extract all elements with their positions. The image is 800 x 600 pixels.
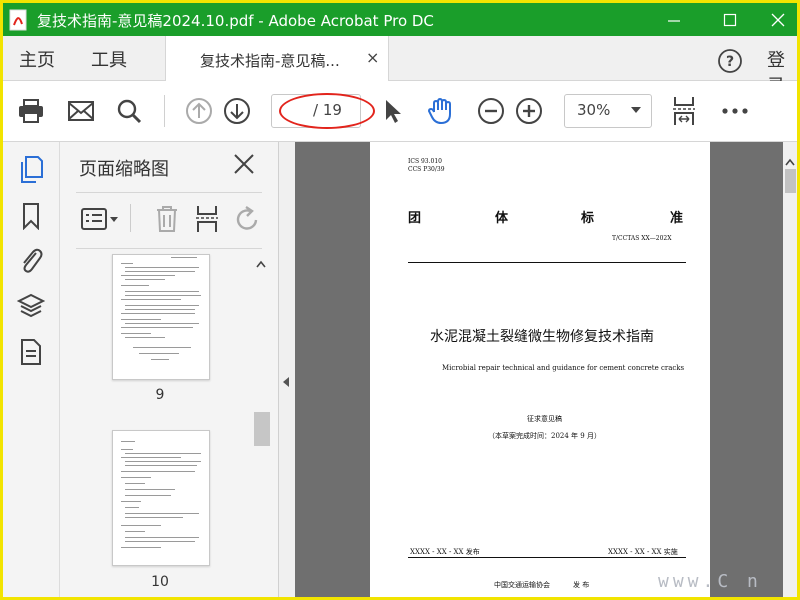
more-options-icon[interactable] [719,81,751,141]
tools-tab[interactable]: 工具 [91,46,127,72]
acrobat-window: 复技术指南-意见稿2024.10.pdf - Adobe Acrobat Pro… [0,0,800,600]
page-thumbnail[interactable] [112,430,210,566]
page-thumbnail[interactable] [112,254,210,380]
implement-date: XXXX - XX - XX 实施 [608,548,678,556]
content-page-icon[interactable] [15,336,47,368]
search-icon[interactable] [113,81,145,141]
window-title: 复技术指南-意见稿2024.10.pdf - Adobe Acrobat Pro… [37,12,434,30]
ics-code: ICS 93.010 [408,158,442,165]
toolbar-divider [164,95,165,127]
attachments-icon[interactable] [15,244,47,276]
select-tool-icon[interactable] [379,81,407,141]
standard-label-char: 体 [495,211,509,226]
draft-date: （本草案完成时间：2024 年 9 月） [488,432,601,440]
standard-label-char: 团 [408,211,422,226]
standard-label-char: 标 [581,211,595,226]
maximize-button[interactable] [707,3,753,36]
zoom-in-icon[interactable] [513,81,545,141]
publish-word: 发 布 [573,581,590,589]
red-highlight-annotation [279,93,375,129]
document-scrollbar[interactable] [783,142,797,597]
close-panel-icon[interactable] [232,152,256,180]
scroll-up-icon[interactable] [256,260,266,268]
maximize-icon [723,13,737,26]
thumbnail-page-number: 9 [155,387,165,403]
header-rule [408,262,686,263]
footer-rule [408,557,686,558]
chevron-down-icon [631,107,641,113]
collapse-panel-icon[interactable] [281,373,291,392]
hand-tool-icon[interactable] [423,81,459,141]
close-window-button[interactable] [755,3,797,36]
layers-icon[interactable] [15,290,47,322]
toolbar: / 19 30% [3,81,797,142]
thumbnail-scroll-thumb[interactable] [254,412,270,446]
panel-tool-divider [130,204,131,232]
svg-text:?: ? [726,54,734,70]
acrobat-logo-icon [9,9,29,31]
scroll-up-icon[interactable] [785,158,795,166]
bookmarks-icon[interactable] [15,200,47,232]
thumbnail-options-icon[interactable] [80,206,120,236]
zoom-out-icon[interactable] [475,81,507,141]
panel-title: 页面缩略图 [79,159,169,180]
page-thumbnails-icon[interactable] [15,154,47,186]
minimize-icon [668,19,680,22]
extract-page-icon[interactable] [194,204,220,238]
thumbnail-page-number: 10 [151,574,169,590]
page-thumbnails-panel: 页面缩略图 9 10 [60,142,279,597]
minimize-button[interactable] [651,3,697,36]
previous-page-icon[interactable] [183,81,215,141]
standard-code: T/CCTAS XX—202X [612,235,672,242]
panel-divider [76,248,262,249]
draft-label: 征求意见稿 [527,415,562,423]
document-title: 水泥混凝土裂缝微生物修复技术指南 [430,329,654,345]
standard-label-char: 准 [670,211,684,226]
ccs-code: CCS P30/39 [408,166,445,173]
publisher: 中国交通运输协会 [494,581,550,589]
document-tab[interactable]: 复技术指南-意见稿... × [165,36,389,81]
print-icon[interactable] [15,81,47,141]
panel-divider [76,192,262,193]
rotate-page-icon[interactable] [234,206,262,238]
close-icon [771,13,785,26]
home-tab[interactable]: 主页 [19,46,55,72]
email-icon[interactable] [65,81,97,141]
document-title-english: Microbial repair technical and guidance … [442,364,685,372]
document-tab-label: 复技术指南-意见稿... [200,52,340,70]
watermark: www.C n [658,571,762,592]
delete-page-icon[interactable] [154,204,180,238]
pdf-page[interactable]: ICS 93.010 CCS P30/39 团 体 标 准 T/CCTAS XX… [370,142,710,597]
navigation-rail [3,142,60,597]
next-page-icon[interactable] [221,81,253,141]
title-bar: 复技术指南-意见稿2024.10.pdf - Adobe Acrobat Pro… [3,3,797,36]
document-scroll-thumb[interactable] [785,169,796,193]
fit-page-icon[interactable] [668,81,700,141]
document-tab-close-button[interactable]: × [366,48,379,67]
publish-date: XXXX - XX - XX 发布 [410,548,480,556]
menu-bar: 主页 工具 复技术指南-意见稿... × ? 登录 [3,36,797,97]
help-icon[interactable]: ? [717,48,743,78]
zoom-value: 30% [577,101,611,119]
